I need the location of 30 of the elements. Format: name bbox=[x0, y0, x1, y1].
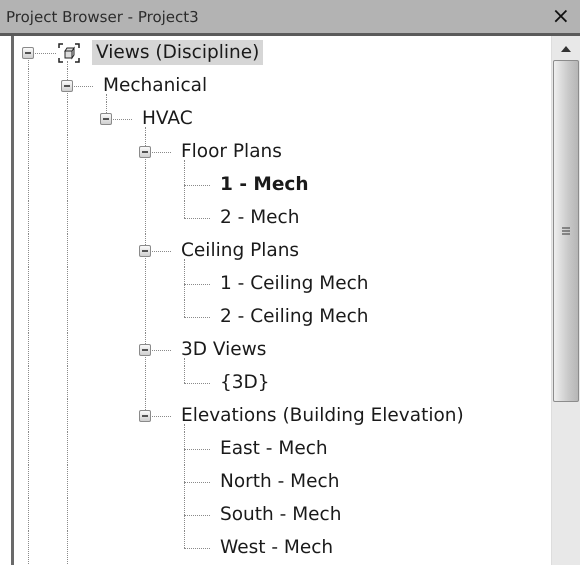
tree-item[interactable]: Floor Plans bbox=[177, 139, 286, 164]
collapse-button[interactable] bbox=[139, 410, 151, 422]
view-cube-icon bbox=[58, 42, 80, 62]
close-button[interactable]: × bbox=[550, 6, 572, 28]
tree-item[interactable]: HVAC bbox=[138, 106, 197, 131]
tree-item[interactable]: 1 - Ceiling Mech bbox=[216, 271, 373, 296]
tree-item[interactable]: South - Mech bbox=[216, 502, 346, 527]
tree-item[interactable]: 1 - Mech bbox=[216, 172, 313, 197]
tree-item[interactable]: East - Mech bbox=[216, 436, 332, 461]
collapse-button[interactable] bbox=[139, 244, 151, 256]
tree-item[interactable]: West - Mech bbox=[216, 535, 338, 560]
tree-item[interactable]: North - Mech bbox=[216, 469, 344, 494]
tree-item[interactable]: {3D} bbox=[216, 370, 274, 395]
collapse-button[interactable] bbox=[139, 146, 151, 158]
collapse-button[interactable] bbox=[100, 112, 112, 124]
collapse-button[interactable] bbox=[22, 46, 34, 58]
up-arrow-icon[interactable] bbox=[561, 46, 571, 52]
collapse-button[interactable] bbox=[139, 344, 151, 356]
tree-item[interactable]: 2 - Mech bbox=[216, 205, 304, 230]
scrollbar[interactable] bbox=[551, 36, 580, 565]
tree-item[interactable]: 2 - Ceiling Mech bbox=[216, 304, 373, 329]
tree-item[interactable]: Mechanical bbox=[99, 73, 212, 98]
grip-icon bbox=[561, 226, 571, 236]
tree-item[interactable]: Elevations (Building Elevation) bbox=[177, 403, 468, 428]
tree-item[interactable]: 3D Views bbox=[177, 337, 270, 362]
tree-item[interactable]: Ceiling Plans bbox=[177, 238, 304, 263]
scroll-thumb[interactable] bbox=[553, 60, 579, 402]
collapse-button[interactable] bbox=[61, 80, 73, 92]
window-title: Project Browser - Project3 bbox=[6, 8, 199, 26]
tree-item[interactable]: Views (Discipline) bbox=[92, 40, 264, 65]
